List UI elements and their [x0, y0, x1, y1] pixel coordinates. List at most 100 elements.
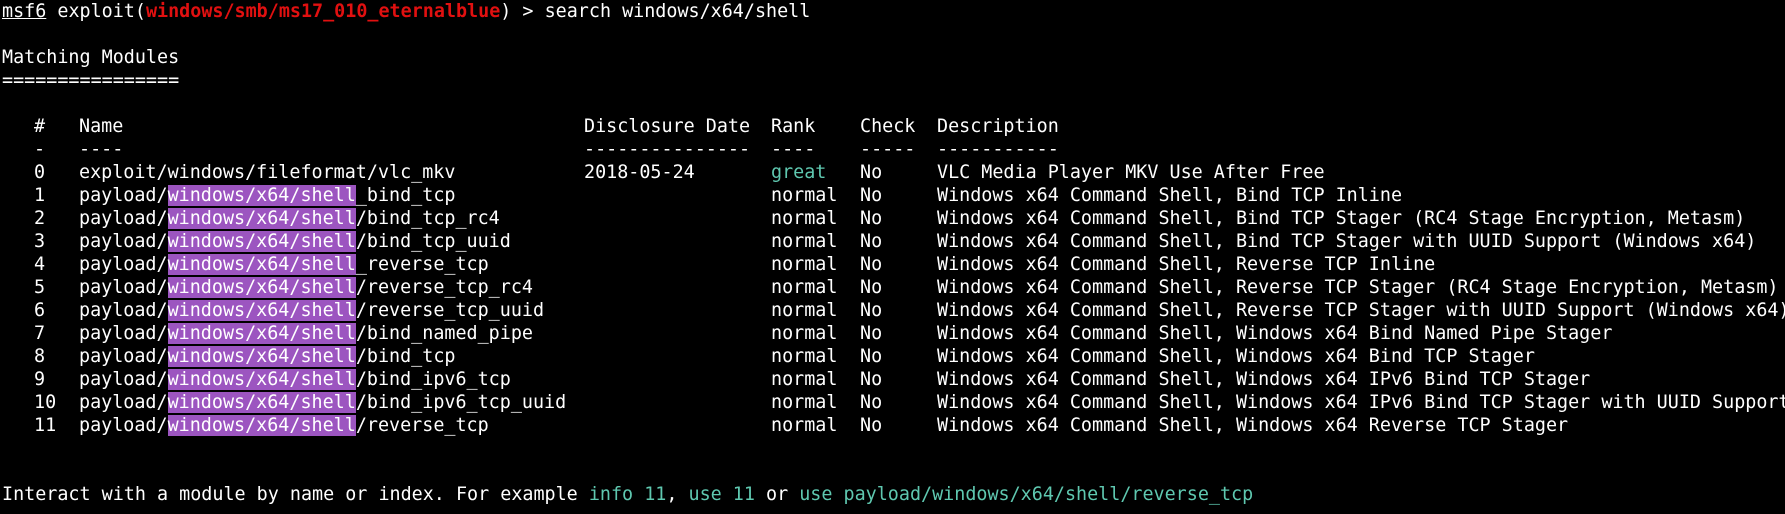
description: Windows x64 Command Shell, Windows x64 B…	[937, 323, 1613, 344]
module-name[interactable]: payload/windows/x64/shell_bind_tcp	[79, 184, 455, 207]
row-index: 6	[34, 300, 46, 321]
table-row[interactable]: 6 payload/windows/x64/shell/reverse_tcp_u…	[2, 299, 1785, 322]
table-row[interactable]: 8 payload/windows/x64/shell/bind_tcp norma…	[2, 345, 1782, 368]
table-row[interactable]: 0 exploit/windows/fileformat/vlc_mkv 2018-…	[2, 161, 1782, 184]
description: Windows x64 Command Shell, Bind TCP Stag…	[937, 208, 1746, 229]
module-name-prefix: exploit/windows/fileformat/vlc_mkv	[79, 162, 456, 183]
module-name[interactable]: payload/windows/x64/shell/bind_tcp	[79, 345, 455, 368]
prompt-arrow: >	[522, 1, 534, 22]
module-name-prefix: payload/	[79, 392, 168, 413]
module-name-suffix: /reverse_tcp_uuid	[355, 300, 545, 321]
header-num: #	[34, 116, 46, 137]
footer-text: Interact with a module by name or index.…	[2, 484, 589, 505]
module-name-prefix: payload/	[79, 185, 168, 206]
row-index: 8	[34, 346, 46, 367]
module-name-suffix: /bind_tcp_rc4	[355, 208, 500, 229]
description: Windows x64 Command Shell, Reverse TCP S…	[937, 277, 1779, 298]
table-row[interactable]: 11 payload/windows/x64/shell/reverse_tcp n…	[2, 414, 1782, 437]
module-name-prefix: payload/	[79, 323, 168, 344]
row-index: 2	[34, 208, 46, 229]
check: No	[860, 323, 883, 344]
row-index: 4	[34, 254, 46, 275]
module-name[interactable]: payload/windows/x64/shell/reverse_tcp	[79, 414, 489, 437]
module-name-suffix: /bind_tcp_uuid	[355, 231, 511, 252]
module-name[interactable]: payload/windows/x64/shell/reverse_tcp_rc…	[79, 276, 533, 299]
search-match-highlight: windows/x64/shell	[167, 392, 356, 413]
row-index: 0	[34, 162, 46, 183]
rank: normal	[771, 300, 838, 321]
module-name-suffix: /bind_named_pipe	[355, 323, 533, 344]
rank: normal	[771, 231, 838, 252]
info-command[interactable]: info 11	[589, 484, 667, 505]
check: No	[860, 300, 883, 321]
module-name[interactable]: payload/windows/x64/shell_reverse_tcp	[79, 253, 489, 276]
module-name[interactable]: payload/windows/x64/shell/bind_tcp_uuid	[79, 230, 511, 253]
exploit-prefix: exploit(	[57, 1, 146, 22]
dash-date: ---------------	[584, 139, 751, 160]
module-name[interactable]: payload/windows/x64/shell/bind_ipv6_tcp_…	[79, 391, 566, 414]
use-index-command[interactable]: use 11	[689, 484, 755, 505]
rank: normal	[771, 277, 838, 298]
rank: normal	[771, 369, 838, 390]
command-text[interactable]: search windows/x64/shell	[545, 1, 811, 22]
table-row[interactable]: 1 payload/windows/x64/shell_bind_tcp norma…	[2, 184, 1782, 207]
footer-comma: ,	[666, 484, 689, 505]
header-desc: Description	[937, 116, 1059, 137]
module-name[interactable]: payload/windows/x64/shell/reverse_tcp_uu…	[79, 299, 544, 322]
check: No	[860, 392, 883, 413]
disclosure-date: 2018-05-24	[584, 162, 695, 183]
search-match-highlight: windows/x64/shell	[167, 254, 356, 275]
dash-desc: -----------	[937, 139, 1059, 160]
row-index: 1	[34, 185, 46, 206]
dash-check: -----	[860, 139, 916, 160]
search-match-highlight: windows/x64/shell	[167, 346, 356, 367]
check: No	[860, 254, 883, 275]
table-row[interactable]: 5 payload/windows/x64/shell/reverse_tcp_r…	[2, 276, 1782, 299]
module-name-suffix: /bind_tcp	[355, 346, 456, 367]
module-name-suffix: _reverse_tcp	[355, 254, 489, 275]
table-row[interactable]: 10 payload/windows/x64/shell/bind_ipv6_tc…	[2, 391, 1785, 414]
row-index: 5	[34, 277, 46, 298]
rank: normal	[771, 346, 838, 367]
table-row[interactable]: 4 payload/windows/x64/shell_reverse_tcp no…	[2, 253, 1782, 276]
check: No	[860, 162, 883, 183]
module-name-prefix: payload/	[79, 208, 168, 229]
search-match-highlight: windows/x64/shell	[167, 369, 356, 390]
dash-rank: ----	[771, 139, 816, 160]
description: Windows x64 Command Shell, Windows x64 B…	[937, 346, 1535, 367]
table-row[interactable]: 9 payload/windows/x64/shell/bind_ipv6_tcp…	[2, 368, 1782, 391]
row-index: 10	[34, 392, 57, 413]
terminal[interactable]: msf6 exploit(windows/smb/ms17_010_eterna…	[0, 0, 1785, 514]
module-name[interactable]: payload/windows/x64/shell/bind_named_pip…	[79, 322, 533, 345]
check: No	[860, 231, 883, 252]
module-name-suffix: _bind_tcp	[355, 185, 456, 206]
rank: great	[771, 162, 827, 183]
footer-hint: Interact with a module by name or index.…	[2, 483, 1253, 506]
check: No	[860, 185, 883, 206]
table-row[interactable]: 7 payload/windows/x64/shell/bind_named_pi…	[2, 322, 1782, 345]
table-row[interactable]: 2 payload/windows/x64/shell/bind_tcp_rc4 n…	[2, 207, 1782, 230]
rank: normal	[771, 185, 838, 206]
module-name[interactable]: payload/windows/x64/shell/bind_tcp_rc4	[79, 207, 500, 230]
description: Windows x64 Command Shell, Bind TCP Inli…	[937, 185, 1403, 206]
search-match-highlight: windows/x64/shell	[167, 415, 356, 436]
table-dashes: - ---- --------------- ---- ----- ------…	[2, 138, 1782, 161]
module-name-prefix: payload/	[79, 300, 168, 321]
header-check: Check	[860, 116, 916, 137]
header-rank: Rank	[771, 116, 816, 137]
module-name[interactable]: payload/windows/x64/shell/bind_ipv6_tcp	[79, 368, 511, 391]
row-index: 7	[34, 323, 46, 344]
search-match-highlight: windows/x64/shell	[167, 323, 356, 344]
dash-name: ----	[79, 139, 124, 160]
check: No	[860, 346, 883, 367]
description: Windows x64 Command Shell, Windows x64 R…	[937, 415, 1569, 436]
table-row[interactable]: 3 payload/windows/x64/shell/bind_tcp_uuid…	[2, 230, 1782, 253]
module-name-prefix: payload/	[79, 369, 168, 390]
msf-prompt: msf6	[2, 1, 47, 22]
row-index: 9	[34, 369, 46, 390]
heading-underline: ================	[2, 70, 180, 91]
rank: normal	[771, 323, 838, 344]
search-match-highlight: windows/x64/shell	[167, 231, 356, 252]
module-name[interactable]: exploit/windows/fileformat/vlc_mkv	[79, 161, 455, 184]
use-full-command[interactable]: use payload/windows/x64/shell/reverse_tc…	[799, 484, 1253, 505]
